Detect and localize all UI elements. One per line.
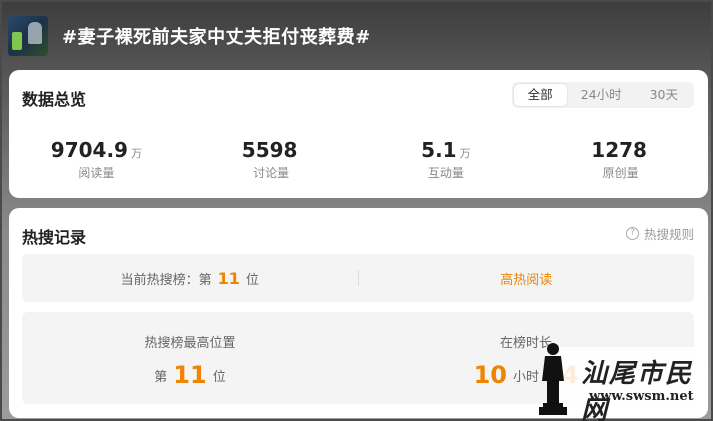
stat-discussions: 5598 讨论量 — [184, 138, 359, 181]
tab-30d[interactable]: 30天 — [636, 84, 692, 106]
current-rank-row: 当前热搜榜：第 11 位 高热阅读 — [22, 254, 694, 302]
stat-originals: 1278 原创量 — [533, 138, 708, 181]
topic-title: #妻子裸死前夫家中丈夫拒付丧葬费# — [62, 27, 371, 48]
current-rank-suffix: 位 — [245, 272, 259, 288]
current-rank: 当前热搜榜：第 11 位 — [22, 269, 358, 288]
stat-unit: 万 — [459, 147, 471, 160]
stat-value: 5598 — [241, 138, 298, 162]
tab-24h[interactable]: 24小时 — [567, 84, 636, 106]
site-watermark: 汕尾市民网 www.swsm.net — [533, 341, 703, 421]
stat-unit: 万 — [130, 147, 142, 160]
stat-value: 1278 — [591, 138, 647, 162]
stat-label: 互动量 — [427, 166, 464, 180]
overview-card: 数据总览 全部 24小时 30天 9704.9 万 阅读量 5598 讨论量 5.… — [9, 70, 708, 198]
best-rank: 热搜榜最高位置 第 11 位 — [22, 312, 358, 404]
duration-hours: 10 — [473, 361, 507, 389]
hot-search-rules-link[interactable]: ? 热搜规则 — [625, 224, 694, 243]
topic-header: #妻子裸死前夫家中丈夫拒付丧葬费# — [8, 14, 371, 58]
stat-interactions: 5.1 万 互动量 — [359, 138, 534, 181]
statue-silhouette-icon — [539, 343, 567, 415]
watermark-text: 汕尾市民网 — [581, 359, 694, 421]
stat-label: 讨论量 — [253, 166, 290, 180]
stat-label: 原创量 — [602, 166, 639, 180]
app-frame: #妻子裸死前夫家中丈夫拒付丧葬费# 数据总览 全部 24小时 30天 9704.… — [0, 0, 713, 421]
best-rank-prefix: 第 — [154, 370, 168, 385]
topic-avatar — [8, 16, 48, 56]
stats-row: 9704.9 万 阅读量 5598 讨论量 5.1 万 互动量 1278 原创量 — [9, 138, 708, 181]
tab-all[interactable]: 全部 — [513, 84, 567, 106]
hot-read-cell: 高热阅读 — [359, 269, 695, 288]
watermark-url: www.swsm.net — [589, 389, 694, 404]
stat-value: 9704.9 — [50, 138, 128, 162]
best-rank-number: 11 — [173, 361, 207, 389]
hot-search-title: 热搜记录 — [22, 228, 87, 247]
stat-label: 阅读量 — [78, 166, 115, 180]
question-icon: ? — [625, 227, 639, 240]
current-rank-prefix: 当前热搜榜：第 — [120, 272, 212, 288]
best-rank-suffix: 位 — [212, 370, 226, 385]
overview-title: 数据总览 — [22, 90, 87, 109]
best-rank-label: 热搜榜最高位置 — [144, 336, 236, 351]
hot-read-link[interactable]: 高热阅读 — [500, 273, 552, 288]
stat-value: 5.1 — [421, 138, 457, 162]
stat-reads: 9704.9 万 阅读量 — [9, 138, 184, 181]
time-range-tabs: 全部 24小时 30天 — [511, 82, 694, 108]
rules-label: 热搜规则 — [643, 227, 694, 242]
current-rank-number: 11 — [217, 268, 240, 288]
